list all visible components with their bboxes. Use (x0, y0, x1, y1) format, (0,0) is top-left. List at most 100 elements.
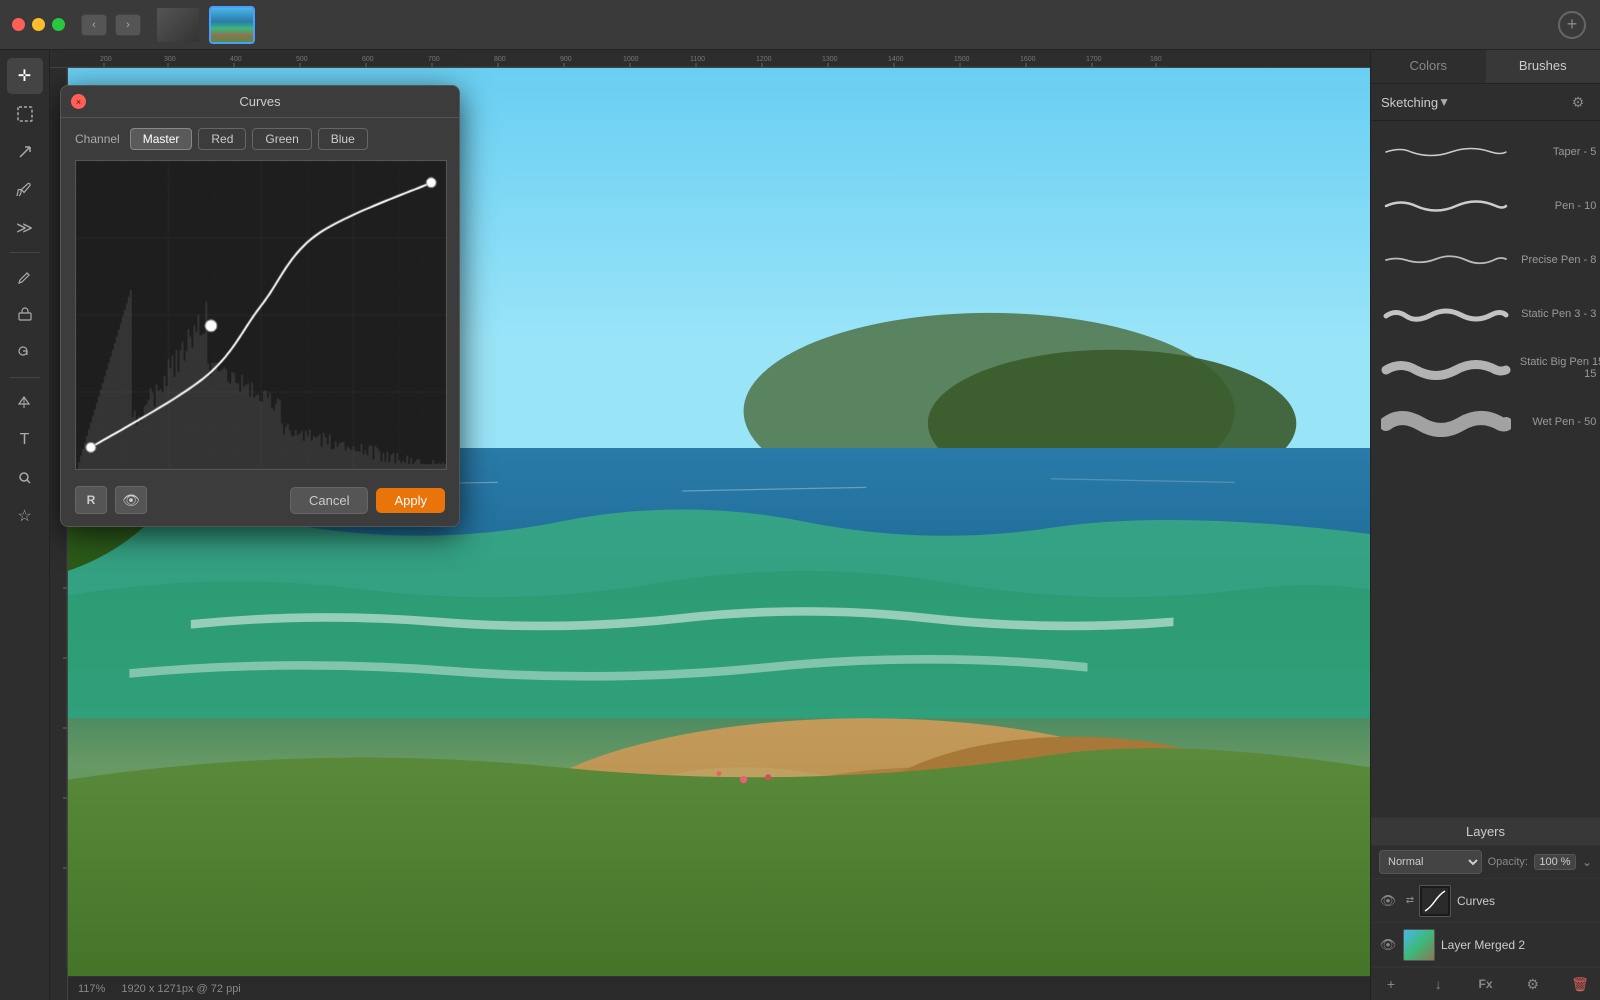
ruler-top: 200 300 400 500 600 700 800 900 1000 110… (50, 50, 1370, 68)
blend-mode-select[interactable]: Normal (1379, 850, 1482, 874)
title-bar: ‹ › + (0, 0, 1600, 50)
zoom-level: 117% (78, 983, 105, 995)
import-layer-button[interactable]: ↓ (1426, 972, 1450, 996)
erase-tool-button[interactable] (7, 297, 43, 333)
layer-item-merged[interactable]: 👁 Layer Merged 2 (1371, 923, 1600, 967)
layers-controls: Normal Opacity: 100 % ⌄ (1371, 846, 1600, 879)
clone-tool-button[interactable] (7, 335, 43, 371)
brush-list: Taper - 5 px Pen - 10 px Precise P (1371, 121, 1600, 817)
brush-preview-static-pen (1381, 294, 1511, 334)
layer-visibility-curves[interactable]: 👁 (1379, 892, 1397, 910)
brush-item-static-big-pen[interactable]: Static Big Pen 15 - 15 px (1371, 341, 1600, 395)
tab-thumbnail-1[interactable] (155, 6, 201, 44)
brush-label-static-pen: Static Pen 3 - 3 px (1511, 308, 1600, 320)
text-tool-button[interactable]: T (7, 422, 43, 458)
tab-brushes[interactable]: Brushes (1486, 50, 1600, 83)
minimize-window-button[interactable] (32, 18, 45, 31)
reset-button[interactable]: R (75, 486, 107, 514)
canvas-area[interactable]: 200 300 400 500 600 700 800 900 1000 110… (50, 50, 1370, 1000)
search-tool-button[interactable] (7, 460, 43, 496)
svg-text:800: 800 (494, 56, 506, 63)
brushes-settings-button[interactable]: ⚙ (1566, 90, 1590, 114)
channel-green-button[interactable]: Green (252, 128, 311, 150)
layers-header: Layers (1371, 818, 1600, 846)
panel-tabs: Colors Brushes (1371, 50, 1600, 84)
tab-thumbnail-2[interactable] (209, 6, 255, 44)
channel-red-button[interactable]: Red (198, 128, 246, 150)
cancel-button[interactable]: Cancel (290, 487, 368, 514)
layer-name-merged: Layer Merged 2 (1441, 938, 1592, 952)
brush-tool-button[interactable] (7, 172, 43, 208)
brush-item-static-pen[interactable]: Static Pen 3 - 3 px (1371, 287, 1600, 341)
fullscreen-window-button[interactable] (52, 18, 65, 31)
svg-text:300: 300 (164, 56, 176, 63)
toolbar-divider-2 (10, 377, 40, 378)
opacity-value: 100 % (1534, 854, 1576, 870)
brush-preview-precise-pen (1381, 240, 1511, 280)
curves-graph[interactable] (75, 160, 445, 470)
brush-label-pen: Pen - 10 px (1511, 200, 1600, 212)
brush-item-precise-pen[interactable]: Precise Pen - 8 px (1371, 233, 1600, 287)
curves-title: Curves (239, 94, 280, 109)
close-window-button[interactable] (12, 18, 25, 31)
layer-thumbnail-merged (1403, 929, 1435, 961)
selection-tool-button[interactable] (7, 96, 43, 132)
brush-label-wet-pen: Wet Pen - 50 px (1511, 416, 1600, 428)
layer-item-curves[interactable]: 👁 ⇄ Curves (1371, 879, 1600, 923)
preview-toggle-button[interactable]: 👁 (115, 486, 147, 514)
opacity-chevron: ⌄ (1582, 855, 1592, 869)
channel-master-button[interactable]: Master (130, 128, 193, 150)
brush-item-wet-pen[interactable]: Wet Pen - 50 px (1371, 395, 1600, 449)
svg-text:700: 700 (428, 56, 440, 63)
layer-name-curves: Curves (1457, 894, 1592, 908)
forward-button[interactable]: › (115, 14, 141, 36)
transform-tool-button[interactable] (7, 134, 43, 170)
svg-text:1100: 1100 (690, 56, 705, 63)
ruler-top-marks: 200 300 400 500 600 700 800 900 1000 110… (68, 50, 1370, 68)
move-tool-button[interactable]: ✛ (7, 58, 43, 94)
brush-label-precise-pen: Precise Pen - 8 px (1511, 254, 1600, 266)
fx-layer-button[interactable]: Fx (1474, 972, 1498, 996)
svg-text:1600: 1600 (1020, 56, 1036, 63)
layer-visibility-merged[interactable]: 👁 (1379, 936, 1397, 954)
curves-canvas[interactable] (75, 160, 447, 470)
back-button[interactable]: ‹ (81, 14, 107, 36)
left-toolbar: ✛ ≫ T ☆ (0, 50, 50, 1000)
layer-settings-button[interactable]: ⚙ (1521, 972, 1545, 996)
opacity-label: Opacity: (1488, 856, 1528, 868)
curves-close-button[interactable]: × (71, 94, 86, 109)
right-panel: Colors Brushes Sketching ▼ ⚙ Taper - 5 p… (1370, 50, 1600, 1000)
pen-tool-button[interactable] (7, 259, 43, 295)
add-tab-button[interactable]: + (1558, 11, 1586, 39)
channel-blue-button[interactable]: Blue (318, 128, 368, 150)
status-bar: 117% 1920 x 1271px @ 72 ppi (68, 976, 1370, 1000)
brush-label-taper: Taper - 5 px (1511, 146, 1600, 158)
toolbar-divider-1 (10, 252, 40, 253)
brush-preview-taper (1381, 132, 1511, 172)
curves-dialog-titlebar: × Curves (61, 86, 459, 118)
image-dimensions: 1920 x 1271px @ 72 ppi (121, 983, 240, 995)
apply-button[interactable]: Apply (376, 488, 445, 513)
add-layer-button[interactable]: + (1379, 972, 1403, 996)
svg-text:1400: 1400 (888, 56, 904, 63)
expand-tool-button[interactable]: ≫ (7, 210, 43, 246)
delete-layer-button[interactable]: 🗑 (1568, 972, 1592, 996)
svg-text:600: 600 (362, 56, 374, 63)
svg-text:1300: 1300 (822, 56, 838, 63)
tab-colors[interactable]: Colors (1371, 50, 1486, 83)
svg-text:400: 400 (230, 56, 242, 63)
brush-item-pen[interactable]: Pen - 10 px (1371, 179, 1600, 233)
fill-tool-button[interactable] (7, 384, 43, 420)
svg-text:1000: 1000 (623, 56, 639, 63)
svg-text:900: 900 (560, 56, 572, 63)
favorites-tool-button[interactable]: ☆ (7, 498, 43, 534)
brushes-category-label: Sketching (1381, 95, 1438, 110)
brush-preview-static-big-pen (1381, 348, 1511, 388)
main-area: ✛ ≫ T ☆ (0, 50, 1600, 1000)
layers-section: Layers Normal Opacity: 100 % ⌄ 👁 ⇄ (1371, 817, 1600, 1000)
brush-item-taper[interactable]: Taper - 5 px (1371, 125, 1600, 179)
brushes-category-chevron: ▼ (1438, 95, 1450, 109)
svg-text:1700: 1700 (1086, 56, 1102, 63)
layers-footer: + ↓ Fx ⚙ 🗑 (1371, 967, 1600, 1000)
svg-text:1200: 1200 (756, 56, 772, 63)
